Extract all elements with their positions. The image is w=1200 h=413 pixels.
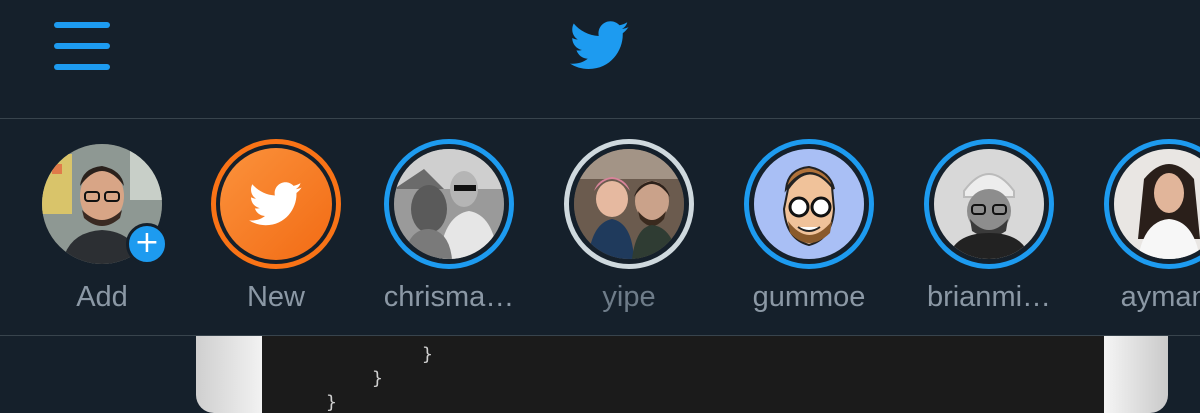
story-label: Add	[76, 281, 128, 313]
menu-line	[54, 64, 110, 70]
twitter-bird-icon	[249, 181, 303, 225]
add-story-plus-icon[interactable]: +	[126, 223, 168, 265]
story-ring	[924, 139, 1054, 269]
story-label: yipe	[602, 281, 656, 313]
image-artifact: }	[372, 368, 383, 389]
fleets-row: + Add New chrisma… yipe gummoe brianmi… …	[0, 119, 1200, 336]
story-add[interactable]: + Add	[12, 139, 192, 329]
story-gummoe[interactable]: gummoe	[719, 139, 899, 329]
user-avatar	[394, 149, 504, 259]
hamburger-menu-icon[interactable]	[54, 22, 112, 72]
media-card-image: } } }	[262, 336, 1104, 413]
image-artifact: }	[326, 392, 337, 413]
story-chrisma[interactable]: chrisma…	[359, 139, 539, 329]
menu-line	[54, 43, 110, 49]
twitter-bird-icon[interactable]	[570, 20, 630, 72]
user-avatar	[934, 149, 1044, 259]
story-label: New	[246, 281, 305, 313]
media-card-left-edge	[196, 336, 262, 413]
user-avatar	[754, 149, 864, 259]
new-fleet-avatar	[220, 148, 332, 260]
top-bar	[0, 0, 1200, 119]
image-artifact: }	[422, 344, 433, 365]
user-avatar	[1114, 149, 1200, 259]
story-aymanr[interactable]: aymanr	[1079, 139, 1200, 329]
menu-line	[54, 22, 110, 28]
story-brianmi[interactable]: brianmi…	[899, 139, 1079, 329]
user-avatar	[574, 149, 684, 259]
story-label: chrisma…	[383, 281, 515, 313]
story-label: aymanr	[1120, 281, 1200, 313]
story-ring	[1104, 139, 1200, 269]
story-ring	[564, 139, 694, 269]
story-label: brianmi…	[926, 281, 1052, 313]
story-ring	[384, 139, 514, 269]
story-ring	[744, 139, 874, 269]
story-yipe[interactable]: yipe	[539, 139, 719, 329]
timeline-media-card[interactable]: } } }	[0, 336, 1200, 413]
story-label: gummoe	[752, 281, 866, 313]
story-ring	[211, 139, 341, 269]
story-new[interactable]: New	[186, 139, 366, 329]
media-card-right-edge	[1104, 336, 1168, 413]
